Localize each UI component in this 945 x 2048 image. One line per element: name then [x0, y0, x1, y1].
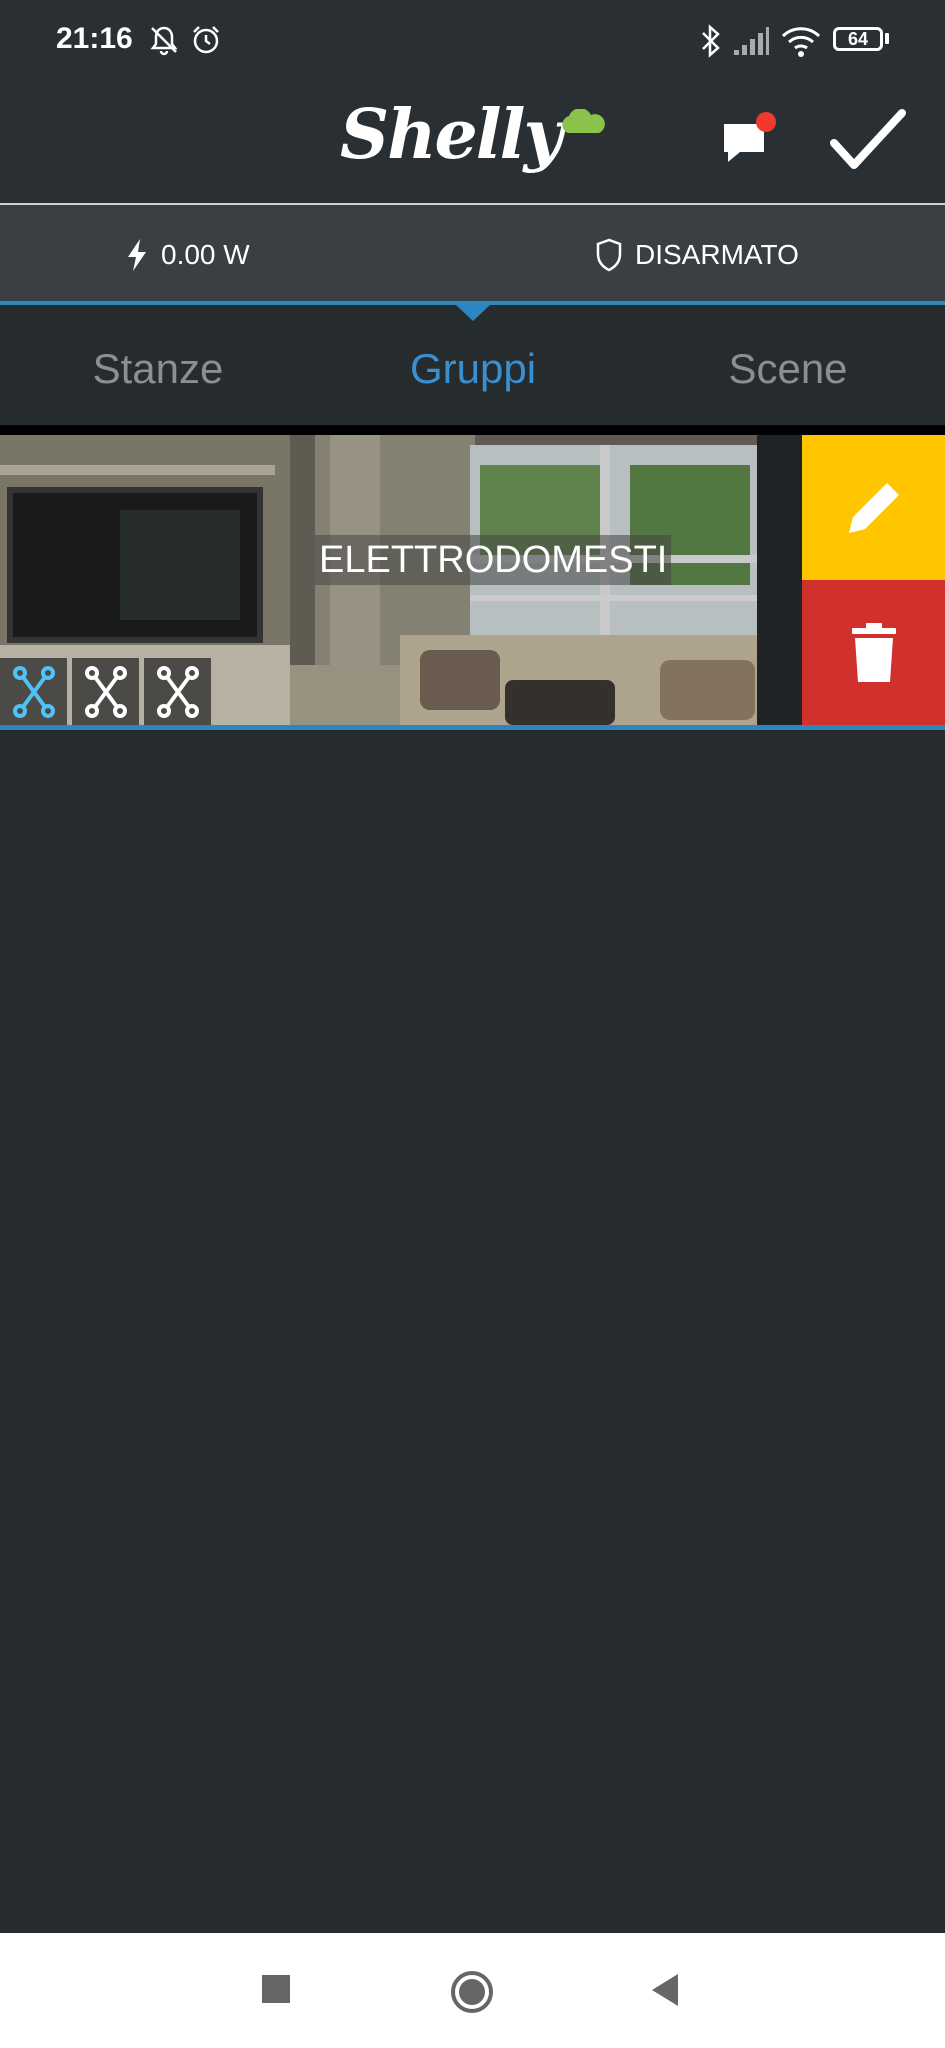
power-consumption[interactable]: 0.00 W	[125, 238, 250, 272]
logo-text: Shelly	[340, 95, 563, 175]
card-gap	[757, 435, 802, 725]
tab-gruppi[interactable]: Gruppi	[323, 345, 623, 393]
active-tab-indicator	[456, 305, 490, 321]
tab-scene[interactable]: Scene	[638, 345, 938, 393]
alarm-status[interactable]: DISARMATO	[595, 238, 799, 272]
battery-level: 64	[847, 29, 869, 49]
confirm-button[interactable]	[828, 105, 908, 175]
status-time: 21:16	[56, 22, 133, 55]
alarm-status-label: DISARMATO	[635, 239, 799, 270]
device-icon[interactable]	[144, 658, 211, 725]
battery-tip	[885, 33, 889, 44]
notification-badge	[756, 112, 776, 132]
cloud-icon	[562, 109, 605, 133]
shield-icon	[596, 238, 622, 272]
home-icon[interactable]	[450, 1970, 494, 2014]
group-devices	[0, 658, 216, 725]
tab-stanze[interactable]: Stanze	[8, 345, 308, 393]
back-icon[interactable]	[650, 1973, 680, 2007]
tab-bar: Stanze Gruppi Scene	[0, 305, 945, 425]
recent-apps-icon[interactable]	[262, 1975, 290, 2003]
device-icon[interactable]	[72, 658, 139, 725]
trash-icon	[851, 622, 896, 682]
signal-icon	[734, 27, 769, 55]
tab-divider	[0, 425, 945, 435]
info-bar: 0.00 W DISARMATO	[0, 205, 945, 305]
app-header: Shelly	[0, 80, 945, 205]
delete-group-button[interactable]	[802, 580, 945, 725]
edit-group-button[interactable]	[802, 435, 945, 580]
notifications-button[interactable]	[718, 110, 778, 170]
group-card[interactable]: ELETTRODOMESTI	[0, 435, 945, 730]
power-value: 0.00 W	[161, 239, 250, 270]
alarm-icon	[193, 26, 219, 54]
lightning-icon	[128, 239, 146, 271]
status-bar: 21:16 64	[0, 0, 945, 80]
shelly-logo: Shelly	[340, 95, 610, 195]
wifi-icon	[781, 27, 821, 57]
bluetooth-icon	[702, 24, 720, 58]
group-name: ELETTRODOMESTI	[315, 535, 672, 585]
system-nav-bar	[0, 1933, 945, 2048]
card-underline	[0, 725, 945, 730]
bell-off-icon	[150, 26, 178, 56]
device-active-icon[interactable]	[0, 658, 67, 725]
pencil-icon	[848, 482, 899, 533]
